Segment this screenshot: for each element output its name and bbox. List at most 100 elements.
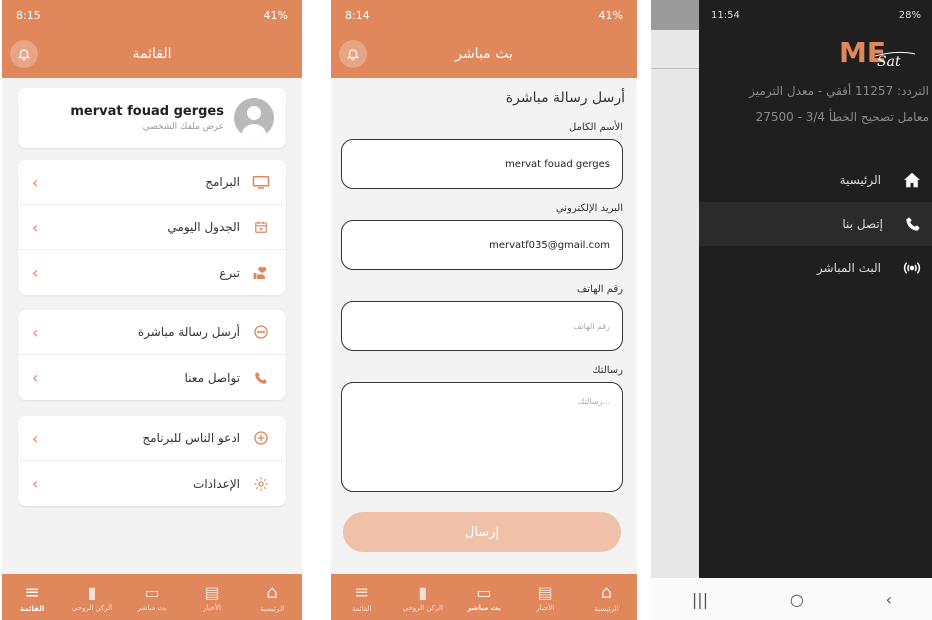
nav-news[interactable]: ▤ الأخبار: [515, 574, 576, 620]
phone-icon: [906, 217, 920, 231]
profile-subtitle: عرض ملفك الشخصي: [142, 122, 224, 132]
nav-label: الرئيسية: [594, 604, 619, 613]
menu-item-schedule[interactable]: ‹ الجدول اليومي: [18, 205, 286, 250]
nav-home[interactable]: ⌂ الرئيسية: [576, 574, 637, 620]
menu-item-contact[interactable]: ‹ تواصل معنا: [18, 355, 286, 400]
menu-item-label: الجدول اليومي: [167, 220, 240, 234]
message-label: رسالتك: [592, 365, 623, 376]
tv-icon: [250, 175, 272, 189]
tv-icon: ▭: [144, 582, 160, 602]
system-navigation-bar: ||| ○ ‹: [651, 578, 932, 620]
nav-label: القائمة: [19, 604, 45, 613]
menu-item-send-message[interactable]: ‹ أرسل رسالة مباشرة: [18, 310, 286, 355]
chevron-left-icon: ‹: [32, 322, 39, 342]
drawer-item-label: الرئيسية: [839, 173, 881, 187]
send-button[interactable]: إرسال: [343, 512, 621, 552]
add-circle-icon: [250, 430, 272, 446]
nav-menu[interactable]: ≡ القائمة: [2, 574, 62, 620]
menu-item-label: أرسل رسالة مباشرة: [137, 325, 240, 339]
nav-spiritual[interactable]: ▮ الركن الروحي: [62, 574, 122, 620]
drawer-item-contact[interactable]: إتصل بنا: [699, 202, 932, 246]
home-icon: ⌂: [600, 581, 613, 603]
page-title: بث مباشر: [455, 46, 513, 62]
menu-item-label: تبرع: [219, 265, 240, 280]
nav-label: بث مباشر: [137, 603, 167, 612]
menu-item-settings[interactable]: ‹ الإعدادات: [18, 461, 286, 506]
message-icon: [250, 324, 272, 340]
notification-button[interactable]: [339, 40, 367, 68]
menu-item-donate[interactable]: ‹ تبرع: [18, 250, 286, 295]
frequency-info: التردد: 11257 أفقي - معدل الترميز: [749, 84, 929, 98]
menu-item-invite[interactable]: ‹ ادعو الناس للبرنامج: [18, 416, 286, 461]
drawer-item-home[interactable]: الرئيسية: [699, 158, 932, 202]
drawer-item-live[interactable]: البث المباشر: [699, 246, 932, 290]
message-field[interactable]: رسالتك...: [341, 382, 623, 492]
menu-item-label: ادعو الناس للبرنامج: [142, 431, 240, 445]
nav-live[interactable]: ▭ بث مباشر: [122, 574, 182, 620]
home-icon: [904, 172, 920, 188]
nav-live[interactable]: ▭ بث مباشر: [453, 574, 514, 620]
menu-icon: ≡: [354, 581, 370, 603]
chevron-left-icon: ‹: [32, 368, 39, 387]
chevron-left-icon: ‹: [32, 474, 39, 493]
recents-button[interactable]: |||: [692, 590, 708, 609]
menu-item-label: الإعدادات: [193, 476, 240, 491]
back-button[interactable]: ‹: [886, 590, 892, 609]
nav-news[interactable]: ▤ الأخبار: [182, 574, 242, 620]
drawer-item-label: البث المباشر: [816, 261, 881, 275]
menu-screen: 8:15 41% القائمة mervat fouad gerges عرض…: [2, 0, 302, 620]
app-bar: القائمة: [2, 30, 302, 78]
name-field[interactable]: mervat fouad gerges: [341, 139, 623, 189]
menu-group-3: ‹ ادعو الناس للبرنامج ‹ الإعدادات: [18, 416, 286, 506]
drawer-screen: 11:54 28% ME Sat التردد: 11257 أفقي - مع…: [651, 0, 932, 620]
profile-card[interactable]: mervat fouad gerges عرض ملفك الشخصي: [18, 88, 286, 148]
status-bar: 11:54 28%: [699, 0, 932, 30]
live-message-screen: 8:14 41% بث مباشر أرسل رسالة مباشرة الأس…: [331, 0, 637, 620]
email-label: البريد الإلكتروني: [555, 203, 623, 214]
nav-home[interactable]: ⌂ الرئيسية: [242, 574, 302, 620]
phone-icon: [250, 371, 272, 385]
nav-label: الأخبار: [536, 603, 555, 612]
status-battery: 41%: [263, 8, 288, 22]
news-icon: ▤: [204, 582, 220, 602]
drawer-item-label: إتصل بنا: [842, 217, 883, 231]
notification-button[interactable]: [10, 40, 38, 68]
tv-icon: ▭: [476, 582, 492, 602]
status-bar: 8:15 41%: [2, 0, 302, 30]
page-title: القائمة: [132, 46, 172, 62]
status-time: 8:14: [345, 8, 370, 22]
chevron-left-icon: ‹: [32, 172, 39, 192]
nav-menu[interactable]: ≡ القائمة: [331, 574, 392, 620]
profile-name: mervat fouad gerges: [70, 104, 224, 119]
status-time: 11:54: [711, 9, 740, 21]
navigation-drawer: 11:54 28% ME Sat التردد: 11257 أفقي - مع…: [699, 0, 932, 578]
status-bar: 8:14 41%: [331, 0, 637, 30]
nav-label: الرئيسية: [259, 604, 285, 613]
menu-item-programs[interactable]: ‹ البرامج: [18, 160, 286, 205]
phone-field[interactable]: رقم الهاتف: [341, 301, 623, 351]
nav-label: القائمة: [351, 604, 372, 613]
nav-label: بث مباشر: [467, 603, 501, 612]
svg-text:Sat: Sat: [877, 54, 901, 70]
menu-icon: ≡: [24, 581, 40, 603]
email-field[interactable]: mervatf035@gmail.com: [341, 220, 623, 270]
background-status-bar: [651, 0, 699, 30]
calendar-icon: [250, 220, 272, 234]
bible-icon: ▮: [87, 582, 97, 602]
gear-icon: [250, 476, 272, 492]
nav-spiritual[interactable]: ▮ الركن الروحي: [392, 574, 453, 620]
home-button[interactable]: ○: [790, 590, 804, 609]
chevron-left-icon: ‹: [32, 217, 39, 237]
form-title: أرسل رسالة مباشرة: [505, 90, 625, 106]
bottom-nav: ⌂ الرئيسية ▤ الأخبار ▭ بث مباشر ▮ الركن الرو…: [331, 574, 637, 620]
status-time: 8:15: [16, 8, 41, 22]
chevron-left-icon: ‹: [32, 263, 39, 282]
status-battery: 41%: [598, 8, 623, 22]
mesat-logo: ME Sat: [839, 36, 916, 70]
menu-item-label: البرامج: [205, 175, 240, 189]
bible-icon: ▮: [418, 582, 428, 602]
home-icon: ⌂: [266, 581, 278, 603]
chevron-left-icon: ‹: [32, 428, 39, 448]
menu-group-1: ‹ البرامج ‹ الجدول اليومي ‹ تبرع: [18, 160, 286, 295]
avatar: [234, 98, 274, 138]
